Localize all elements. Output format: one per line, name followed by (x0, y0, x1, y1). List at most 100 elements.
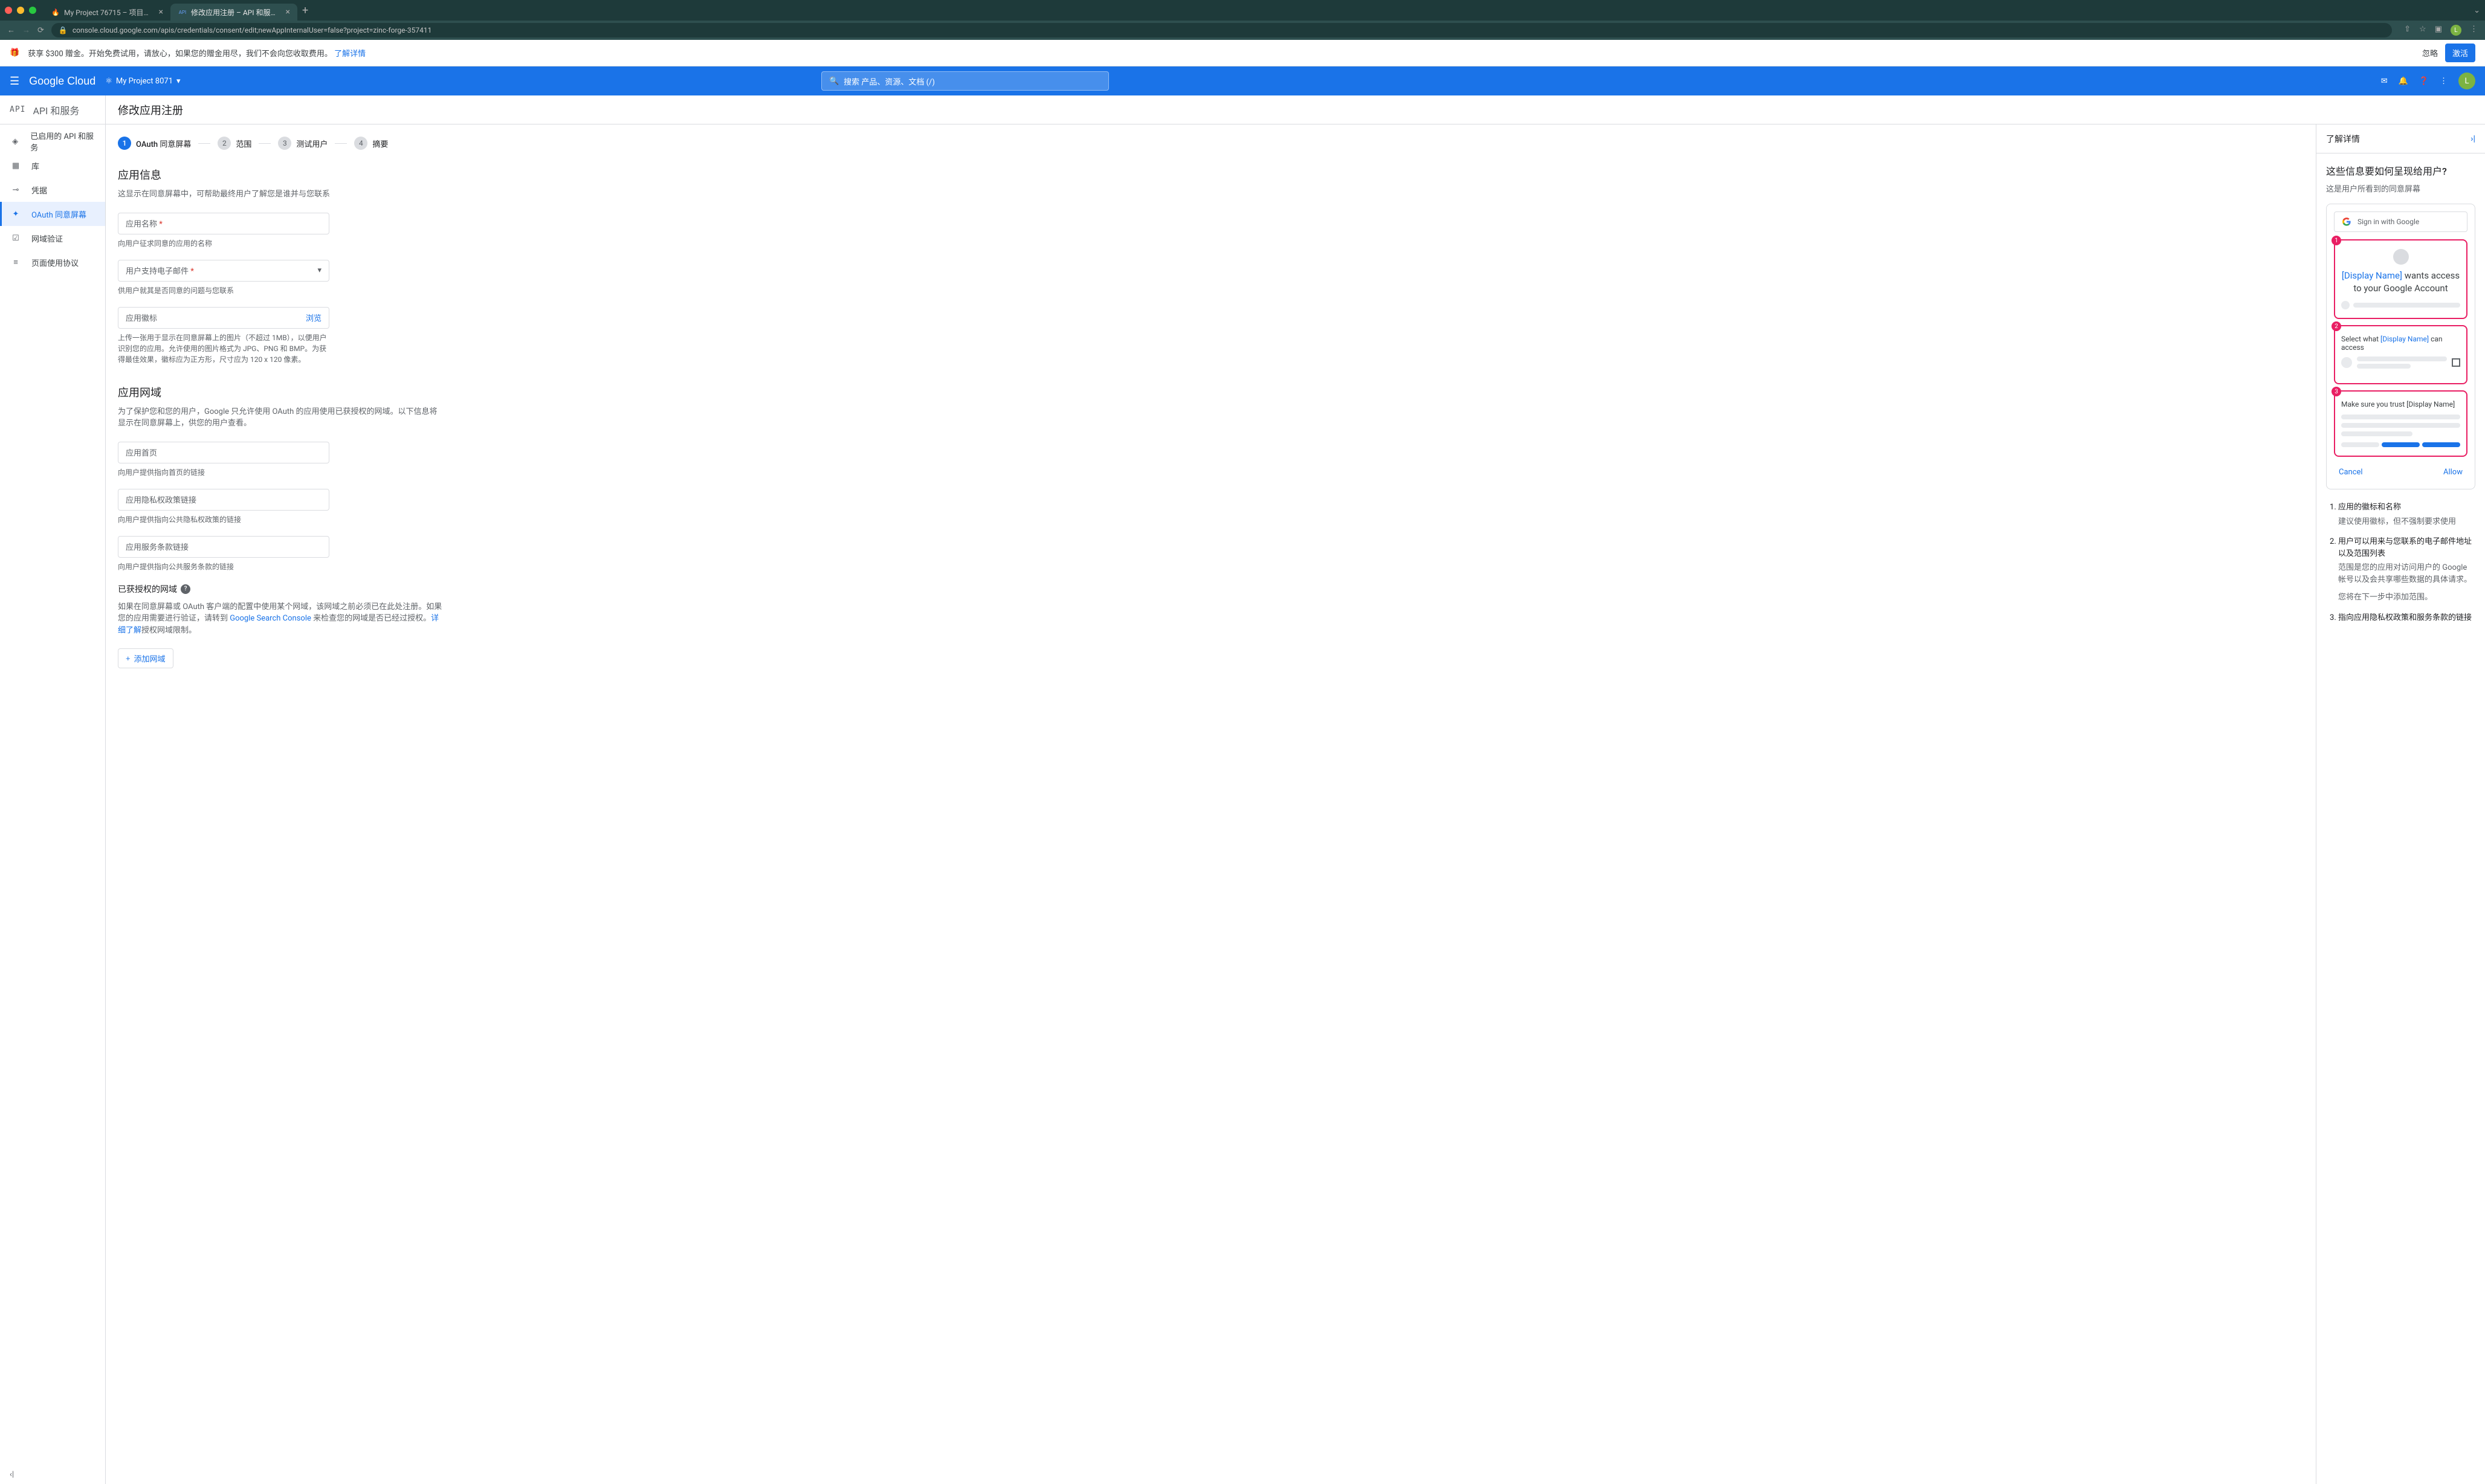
sidebar-item-credentials[interactable]: ⊸ 凭据 (0, 178, 105, 202)
collapse-sidebar-button[interactable]: ‹| (0, 1465, 105, 1484)
gcp-logo[interactable]: Google Cloud (29, 75, 95, 88)
share-icon[interactable]: ⇧ (2404, 25, 2411, 36)
url-text: console.cloud.google.com/apis/credential… (73, 26, 431, 34)
verify-icon: ☑ (10, 234, 22, 243)
browse-button[interactable]: 浏览 (306, 312, 322, 323)
browser-tab-0[interactable]: 🔥 My Project 76715 – 项目设置 – × (44, 4, 170, 21)
project-name: My Project 8071 (116, 77, 173, 86)
inbox-icon[interactable]: ✉ (2381, 77, 2388, 86)
chevron-down-icon: ▾ (317, 266, 322, 275)
signin-chip: Sign in with Google (2334, 211, 2467, 232)
preview-actions: Cancel Allow (2334, 463, 2467, 482)
search-icon: 🔍 (829, 77, 839, 86)
checkbox-icon (2452, 358, 2460, 367)
tab-overflow-icon[interactable]: ⌄ (2474, 6, 2480, 15)
account-avatar[interactable]: L (2458, 73, 2475, 89)
section-description: 这显示在同意屏幕中，可帮助最终用户了解您是谁并与您联系 (118, 189, 444, 201)
learn-panel: 了解详情 ›| 这些信息要如何呈现给用户? 这是用户所看到的同意屏幕 Sign … (2316, 124, 2485, 1484)
maximize-window[interactable] (29, 7, 36, 14)
step-separator (335, 143, 347, 144)
menu-icon[interactable]: ⋮ (2470, 25, 2478, 36)
sidebar-item-domain-verification[interactable]: ☑ 网域验证 (0, 226, 105, 250)
notifications-icon[interactable]: 🔔 (2399, 77, 2408, 86)
search-console-link[interactable]: Google Search Console (230, 614, 311, 623)
list-item: 指向应用隐私权政策和服务条款的链接 (2338, 612, 2475, 624)
app-info-section: 应用信息 这显示在同意屏幕中，可帮助最终用户了解您是谁并与您联系 应用名称 * … (118, 167, 444, 365)
back-button[interactable]: ← (7, 25, 15, 35)
dismiss-button[interactable]: 忽略 (2422, 47, 2438, 59)
step-3[interactable]: 3 测试用户 (278, 137, 328, 150)
minimize-window[interactable] (17, 7, 24, 14)
nav-menu-icon[interactable]: ☰ (10, 75, 19, 88)
api-icon: API (10, 105, 25, 114)
app-logo-input[interactable]: 应用徽标 浏览 (118, 307, 329, 329)
close-tab-icon[interactable]: × (286, 7, 290, 17)
sidebar-item-enabled-apis[interactable]: ◈ 已启用的 API 和服务 (0, 129, 105, 153)
project-picker[interactable]: ⚛ My Project 8071 ▾ (105, 77, 180, 86)
browser-toolbar: ← → ⟳ 🔒 console.cloud.google.com/apis/cr… (0, 21, 2485, 40)
expand-icon[interactable]: ›| (2470, 134, 2475, 144)
section-description: 为了保护您和您的用户，Google 只允许使用 OAuth 的应用使用已获授权的… (118, 406, 444, 430)
sidebar-header[interactable]: API API 和服务 (0, 95, 105, 124)
sidebar-item-library[interactable]: ▦ 库 (0, 153, 105, 178)
step-2[interactable]: 2 范围 (218, 137, 251, 150)
reload-button[interactable]: ⟳ (37, 26, 44, 35)
close-window[interactable] (5, 7, 12, 14)
help-icon[interactable]: ? (181, 584, 190, 594)
add-domain-button[interactable]: + 添加网域 (118, 648, 173, 668)
panel-icon[interactable]: ▣ (2435, 25, 2442, 36)
privacy-link-input[interactable]: 应用隐私权政策链接 (118, 489, 329, 511)
preview-step-2: 2 Select what [Display Name] can access (2334, 325, 2467, 384)
step-label: 测试用户 (296, 138, 328, 149)
forward-button[interactable]: → (22, 25, 30, 35)
window-controls (5, 7, 36, 14)
sidebar: API API 和服务 ◈ 已启用的 API 和服务 ▦ 库 ⊸ 凭据 ✦ OA… (0, 95, 106, 1484)
browser-actions: ⇧ ☆ ▣ L ⋮ (2404, 25, 2478, 36)
rp-title: 这些信息要如何呈现给用户? (2326, 163, 2475, 178)
sidebar-item-label: 页面使用协议 (31, 257, 79, 268)
chevron-down-icon: ▾ (176, 77, 181, 86)
field-hint: 向用户提供指向公共服务条款的链接 (118, 561, 329, 572)
gcp-header: ☰ Google Cloud ⚛ My Project 8071 ▾ 🔍 搜索 … (0, 66, 2485, 95)
step-number: 1 (118, 137, 131, 150)
close-tab-icon[interactable]: × (159, 7, 163, 17)
app-name-input[interactable]: 应用名称 * (118, 213, 329, 234)
app-domain-section: 应用网域 为了保护您和您的用户，Google 只允许使用 OAuth 的应用使用… (118, 384, 444, 669)
preview-title-2: Select what [Display Name] can access (2341, 335, 2460, 352)
step-4[interactable]: 4 摘要 (354, 137, 388, 150)
promo-learn-more-link[interactable]: 了解详情 (334, 50, 366, 59)
plus-icon: + (126, 654, 131, 663)
content-area: 修改应用注册 1 OAuth 同意屏幕 2 范围 3 (106, 95, 2485, 1484)
help-icon[interactable]: ❓ (2419, 77, 2429, 86)
form-column: 1 OAuth 同意屏幕 2 范围 3 测试用户 4 (106, 124, 2316, 1484)
bookmark-icon[interactable]: ☆ (2419, 25, 2426, 36)
gift-icon: 🎁 (10, 48, 19, 57)
step-number: 4 (354, 137, 367, 150)
tos-link-input[interactable]: 应用服务条款链接 (118, 536, 329, 558)
info-list: 应用的徽标和名称 建议使用徽标，但不强制要求使用 用户可以用来与您联系的电子邮件… (2326, 502, 2475, 624)
sidebar-item-page-usage[interactable]: ≡ 页面使用协议 (0, 250, 105, 274)
step-label: OAuth 同意屏幕 (136, 138, 191, 149)
google-logo-icon (2342, 217, 2351, 227)
new-tab-button[interactable]: + (302, 4, 308, 17)
search-input[interactable]: 🔍 搜索 产品、资源、文档 (/) (821, 71, 1109, 91)
agreement-icon: ≡ (10, 257, 22, 267)
sidebar-item-oauth-consent[interactable]: ✦ OAuth 同意屏幕 (0, 202, 105, 226)
field-hint: 向用户提供指向公共隐私权政策的链接 (118, 514, 329, 525)
homepage-input[interactable]: 应用首页 (118, 442, 329, 463)
browser-tab-1[interactable]: API 修改应用注册 – API 和服务 – M... × (170, 4, 297, 21)
library-icon: ▦ (10, 161, 22, 170)
free-trial-banner: 🎁 获享 $300 赠金。开始免费试用，请放心，如果您的赠金用尽，我们不会向您收… (0, 40, 2485, 66)
address-bar[interactable]: 🔒 console.cloud.google.com/apis/credenti… (51, 23, 2392, 37)
profile-icon[interactable]: L (2451, 25, 2461, 36)
step-number: 3 (278, 137, 291, 150)
support-email-select[interactable]: 用户支持电子邮件 * ▾ (118, 260, 329, 282)
more-icon[interactable]: ⋮ (2440, 77, 2448, 86)
field-hint: 供用户就其是否同意的问题与您联系 (118, 285, 329, 296)
step-1[interactable]: 1 OAuth 同意屏幕 (118, 137, 191, 150)
authorized-domains-title: 已获授权的网域 ? (118, 583, 444, 595)
project-icon: ⚛ (105, 77, 112, 86)
activate-button[interactable]: 激活 (2445, 44, 2475, 62)
sidebar-item-label: 凭据 (31, 184, 47, 196)
promo-text: 获享 $300 赠金。开始免费试用，请放心，如果您的赠金用尽，我们不会向您收取费… (28, 47, 366, 59)
